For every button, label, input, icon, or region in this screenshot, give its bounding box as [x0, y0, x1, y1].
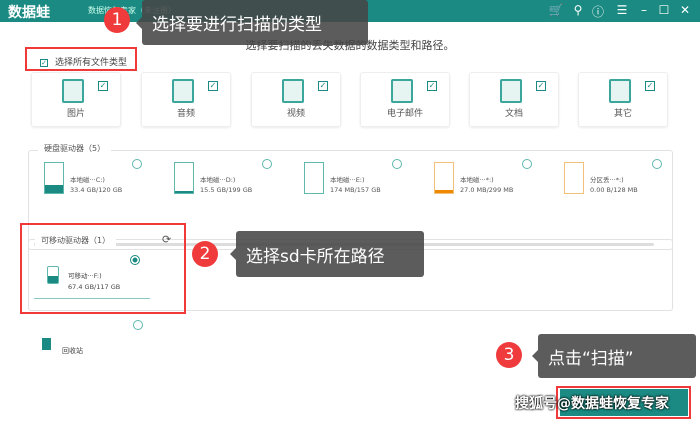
- drive-size: 0.00 B/128 MB: [590, 186, 638, 194]
- drive-radio[interactable]: [132, 159, 142, 169]
- recycle-bin-label[interactable]: 回收站: [62, 346, 83, 356]
- other-icon: [609, 79, 631, 103]
- drive-item[interactable]: 本地磁···*:) 27.0 MB/299 MB: [434, 162, 559, 202]
- menu-icon[interactable]: ☰: [614, 3, 630, 17]
- checkbox-icon[interactable]: ✓: [427, 81, 437, 91]
- callout-tooltip: 选择sd卡所在路径: [230, 231, 424, 277]
- file-type-label: 其它: [613, 109, 632, 119]
- checkbox-icon[interactable]: ✓: [318, 81, 328, 91]
- drive-name: 分区丢···*:): [590, 176, 624, 184]
- music-icon: [172, 79, 194, 103]
- close-icon[interactable]: ✕: [677, 3, 693, 17]
- drive-item[interactable]: 分区丢···*:) 0.00 B/128 MB: [564, 162, 689, 202]
- drive-size: 174 MB/157 GB: [330, 186, 381, 194]
- callout-text: 点击“扫描”: [548, 348, 634, 369]
- callout-tooltip: 点击“扫描”: [532, 334, 696, 378]
- step-badge: 2: [192, 241, 218, 267]
- file-type-label: 文档: [504, 109, 523, 119]
- drive-radio[interactable]: [522, 159, 532, 169]
- drive-icon: [174, 162, 194, 194]
- file-type-label: 视频: [286, 109, 305, 119]
- video-icon: [282, 79, 304, 103]
- file-type-card[interactable]: ✓ 视频: [251, 72, 341, 127]
- step-badge: 1: [104, 7, 130, 33]
- checkbox-icon[interactable]: ✓: [645, 81, 655, 91]
- recycle-bin-radio[interactable]: [133, 320, 143, 330]
- maximize-icon[interactable]: ☐: [656, 3, 672, 17]
- file-type-card[interactable]: ✓ 文档: [469, 72, 559, 127]
- file-type-card[interactable]: ✓ 图片: [31, 72, 121, 127]
- file-type-card[interactable]: ✓ 其它: [578, 72, 668, 127]
- drive-item[interactable]: 本地磁···C:) 33.4 GB/120 GB: [44, 162, 169, 202]
- trash-icon: [42, 338, 51, 350]
- highlight-box: [25, 47, 137, 71]
- drive-icon: [434, 162, 454, 194]
- drive-icon: [44, 162, 64, 194]
- file-type-card[interactable]: ✓ 电子邮件: [360, 72, 450, 127]
- drive-item[interactable]: 本地磁···E:) 174 MB/157 GB: [304, 162, 429, 202]
- callout-text: 选择sd卡所在路径: [246, 246, 385, 267]
- key-icon[interactable]: ⚲: [570, 3, 586, 17]
- checkbox-icon[interactable]: ✓: [208, 81, 218, 91]
- cart-icon[interactable]: 🛒: [548, 3, 564, 17]
- watermark: 搜狐号@数据蛙恢复专家: [515, 396, 669, 412]
- document-icon: [500, 79, 522, 103]
- highlight-box: [20, 223, 186, 314]
- hard-drives-label: 硬盘驱动器（5）: [38, 143, 112, 154]
- drive-icon: [564, 162, 584, 194]
- minimize-icon[interactable]: –: [636, 3, 652, 17]
- callout-tooltip: 选择要进行扫描的类型: [136, 0, 368, 45]
- email-icon: [391, 79, 413, 103]
- image-icon: [62, 79, 84, 103]
- drive-size: 15.5 GB/199 GB: [200, 186, 253, 194]
- drive-radio[interactable]: [652, 159, 662, 169]
- callout-text: 选择要进行扫描的类型: [152, 15, 322, 35]
- checkbox-icon[interactable]: ✓: [536, 81, 546, 91]
- drive-radio[interactable]: [262, 159, 272, 169]
- drive-item[interactable]: 本地磁···D:) 15.5 GB/199 GB: [174, 162, 299, 202]
- drive-name: 本地磁···*:): [460, 176, 494, 184]
- file-type-label: 电子邮件: [386, 109, 423, 119]
- app-logo: 数据蛙: [8, 5, 50, 21]
- drive-name: 本地磁···D:): [200, 176, 236, 184]
- drive-name: 本地磁···C:): [70, 176, 105, 184]
- drive-icon: [304, 162, 324, 194]
- drive-size: 27.0 MB/299 MB: [460, 186, 514, 194]
- step-badge: 3: [496, 342, 522, 368]
- file-type-label: 音频: [176, 109, 195, 119]
- help-icon[interactable]: ⓘ: [590, 3, 606, 20]
- drive-name: 本地磁···E:): [330, 176, 365, 184]
- checkbox-icon[interactable]: ✓: [98, 81, 108, 91]
- file-type-label: 图片: [66, 109, 85, 119]
- drive-radio[interactable]: [392, 159, 402, 169]
- drive-size: 33.4 GB/120 GB: [70, 186, 123, 194]
- file-type-card[interactable]: ✓ 音频: [141, 72, 231, 127]
